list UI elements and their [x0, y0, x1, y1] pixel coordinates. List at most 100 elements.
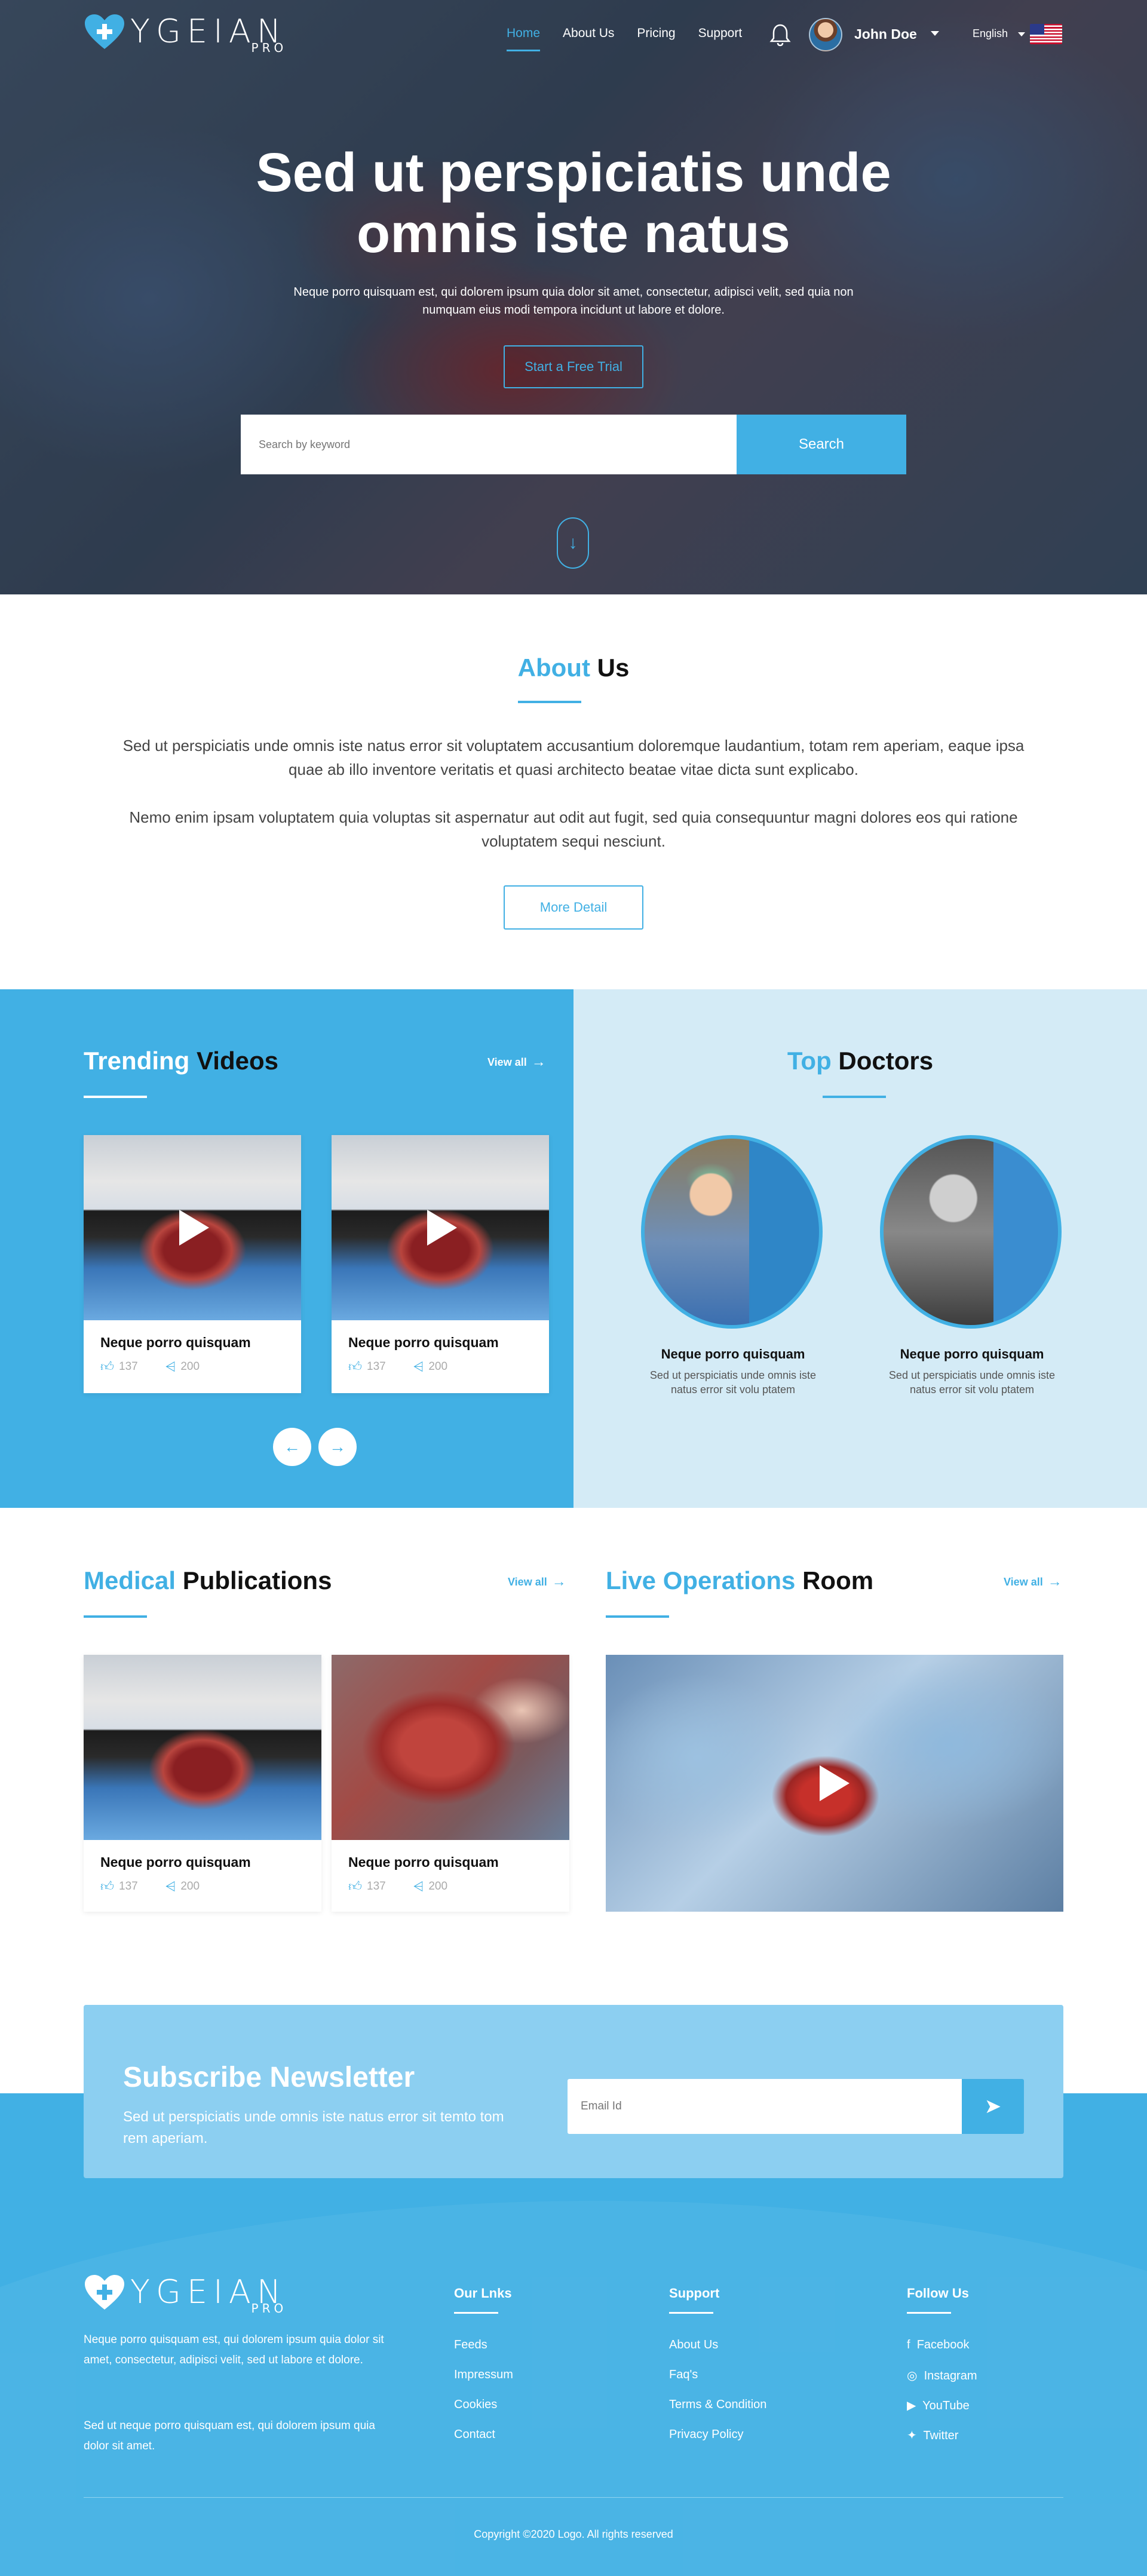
share-icon[interactable]: ⩤ [165, 1879, 176, 1894]
footer-links-divider [454, 2312, 498, 2314]
trending-title-accent: Trending [84, 1047, 190, 1075]
publication-image[interactable] [84, 1655, 321, 1840]
footer-link-terms[interactable]: Terms & Condition [669, 2398, 766, 2412]
share-icon[interactable]: ⩤ [165, 1359, 176, 1375]
share-count: 200 [180, 1360, 200, 1373]
youtube-label: YouTube [922, 2399, 970, 2412]
publications-divider [84, 1615, 147, 1618]
footer-link-privacy[interactable]: Privacy Policy [669, 2428, 743, 2442]
footer-facebook-link[interactable]: f Facebook [907, 2338, 970, 2352]
thumbs-up-icon[interactable]: 👍︎ [100, 1878, 114, 1894]
language-selector[interactable]: English [973, 27, 1008, 40]
live-divider [606, 1615, 669, 1618]
user-avatar[interactable] [809, 18, 842, 51]
hero-title-line1: Sed ut perspiciatis unde [256, 142, 891, 203]
about-divider [518, 701, 581, 703]
heart-plus-icon [85, 14, 124, 49]
facebook-label: Facebook [916, 2338, 970, 2351]
us-flag-icon[interactable] [1030, 24, 1062, 44]
search-button[interactable]: Search [737, 415, 906, 474]
language-chevron-down-icon[interactable] [1018, 32, 1025, 36]
publication-card[interactable]: Neque porro quisquam 👍︎ 137 ⩤ 200 [84, 1655, 321, 1912]
publications-view-all-link[interactable]: View all → [508, 1574, 566, 1590]
live-view-all-label: View all [1004, 1575, 1043, 1588]
footer-link-impressum[interactable]: Impressum [454, 2368, 513, 2382]
play-icon[interactable] [427, 1210, 457, 1246]
footer-twitter-link[interactable]: ✦ Twitter [907, 2428, 958, 2443]
trending-view-all-link[interactable]: View all → [487, 1054, 546, 1071]
live-view-all-link[interactable]: View all → [1004, 1574, 1062, 1590]
copyright-text: Copyright ©2020 Logo. All rights reserve… [474, 2528, 673, 2540]
share-icon[interactable]: ⩤ [413, 1879, 424, 1894]
trending-view-all-label: View all [487, 1056, 527, 1068]
thumbs-up-icon[interactable]: 👍︎ [348, 1358, 362, 1375]
search-bar: Search [241, 415, 906, 474]
live-operation-video[interactable] [606, 1655, 1063, 1912]
scroll-down-arrow-icon[interactable]: ↓ [557, 517, 589, 569]
user-name[interactable]: John Doe [854, 26, 917, 42]
share-count: 200 [428, 1360, 448, 1373]
carousel-prev-arrow-icon[interactable]: ← [273, 1428, 311, 1466]
thumbs-up-icon[interactable]: 👍︎ [348, 1878, 362, 1894]
footer-support-title: Support [669, 2286, 720, 2301]
user-menu-chevron-down-icon[interactable] [931, 31, 939, 36]
more-detail-button[interactable]: More Detail [504, 885, 643, 930]
footer-link-feeds[interactable]: Feeds [454, 2338, 487, 2352]
nav-support[interactable]: Support [698, 26, 743, 41]
video-card[interactable]: Neque porro quisquam 👍︎ 137 ⩤ 200 [332, 1135, 549, 1393]
video-thumbnail[interactable] [84, 1135, 301, 1320]
nav-about-us[interactable]: About Us [563, 26, 614, 41]
main-nav: Home About Us Pricing Support [507, 26, 765, 51]
free-trial-button[interactable]: Start a Free Trial [504, 345, 643, 388]
like-count: 137 [367, 1360, 386, 1373]
footer-youtube-link[interactable]: ▶ YouTube [907, 2398, 970, 2413]
footer-brand-logo[interactable]: YGEIAN PRO [84, 2274, 287, 2316]
publication-image[interactable] [332, 1655, 569, 1840]
footer-link-cookies[interactable]: Cookies [454, 2398, 497, 2412]
brand-tag: PRO [251, 41, 287, 55]
doctor-photo[interactable] [880, 1135, 1062, 1329]
publications-title-rest: Publications [182, 1566, 332, 1594]
play-icon[interactable] [179, 1210, 209, 1246]
live-operations-title: Live Operations Room [606, 1566, 873, 1595]
footer-divider [84, 2497, 1063, 2498]
doctor-description: Sed ut perspiciatis unde omnis iste natu… [649, 1369, 817, 1396]
doctor-name[interactable]: Neque porro quisquam [876, 1347, 1068, 1362]
footer-instagram-link[interactable]: ◎ Instagram [907, 2368, 977, 2383]
footer-link-about-us[interactable]: About Us [669, 2338, 718, 2352]
doctor-photo[interactable] [641, 1135, 823, 1329]
hero-title: Sed ut perspiciatis unde omnis iste natu… [0, 142, 1147, 264]
footer-follow-divider [907, 2312, 951, 2314]
search-input[interactable] [241, 415, 737, 474]
like-count: 137 [119, 1360, 138, 1373]
brand-logo[interactable]: YGEIAN PRO [84, 13, 287, 55]
doctors-title: Top Doctors [574, 1047, 1147, 1075]
share-icon[interactable]: ⩤ [413, 1359, 424, 1375]
send-paper-plane-icon[interactable]: ➤ [962, 2079, 1024, 2134]
doctors-divider [823, 1096, 886, 1098]
doctor-name[interactable]: Neque porro quisquam [637, 1347, 829, 1362]
doctors-title-rest: Doctors [838, 1047, 934, 1075]
nav-home[interactable]: Home [507, 26, 541, 51]
arrow-right-icon: → [551, 1574, 566, 1590]
publication-title: Neque porro quisquam [100, 1854, 251, 1870]
heart-plus-icon [85, 2275, 124, 2310]
thumbs-up-icon[interactable]: 👍︎ [100, 1358, 114, 1375]
carousel-next-arrow-icon[interactable]: → [318, 1428, 357, 1466]
play-icon[interactable] [820, 1765, 849, 1801]
youtube-icon: ▶ [907, 2399, 916, 2412]
publications-title-accent: Medical [84, 1566, 176, 1594]
email-field[interactable] [568, 2079, 962, 2134]
video-thumbnail[interactable] [332, 1135, 549, 1320]
footer-link-faqs[interactable]: Faq's [669, 2368, 698, 2382]
video-card-meta: 👍︎ 137 ⩤ 200 [100, 1358, 200, 1375]
twitter-label: Twitter [923, 2429, 959, 2442]
video-card[interactable]: Neque porro quisquam 👍︎ 137 ⩤ 200 [84, 1135, 301, 1393]
video-card-title: Neque porro quisquam [348, 1335, 499, 1350]
publication-card[interactable]: Neque porro quisquam 👍︎ 137 ⩤ 200 [332, 1655, 569, 1912]
nav-pricing[interactable]: Pricing [637, 26, 675, 41]
bell-icon[interactable] [769, 23, 791, 47]
twitter-icon: ✦ [907, 2429, 917, 2442]
footer-link-contact[interactable]: Contact [454, 2428, 495, 2442]
share-count: 200 [428, 1879, 448, 1893]
